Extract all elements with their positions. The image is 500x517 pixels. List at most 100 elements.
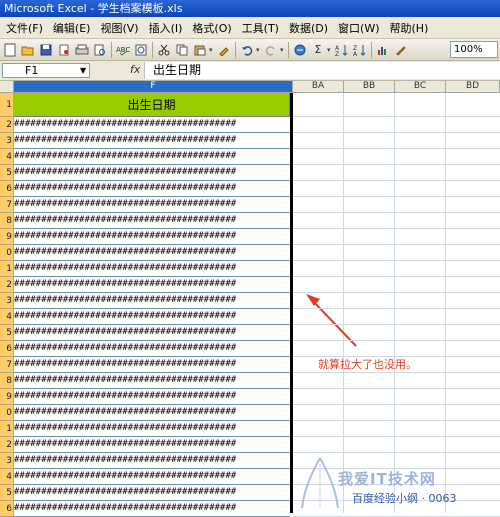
row-header[interactable]: 9 (0, 389, 14, 405)
cell-overflow[interactable]: ########################################… (14, 325, 290, 341)
chevron-down-icon[interactable]: ▾ (280, 46, 286, 54)
cell-overflow[interactable]: ########################################… (14, 373, 290, 389)
name-box[interactable]: F1 (2, 63, 90, 78)
gridline (293, 132, 500, 133)
autosum-icon[interactable]: Σ (310, 42, 326, 58)
open-folder-icon[interactable] (20, 42, 36, 58)
cell-overflow[interactable]: ########################################… (14, 293, 290, 309)
svg-text:Z: Z (335, 51, 339, 56)
print-preview-icon[interactable] (92, 42, 108, 58)
cell-overflow[interactable]: ########################################… (14, 165, 290, 181)
cell-overflow[interactable]: ########################################… (14, 437, 290, 453)
row-header[interactable]: 5 (0, 485, 14, 501)
cell-overflow[interactable]: ########################################… (14, 357, 290, 373)
menu-format[interactable]: 格式(O) (188, 20, 237, 36)
toolbar-separator (152, 41, 153, 58)
row-header[interactable]: 4 (0, 469, 14, 485)
window-title: Microsoft Excel - 学生档案模板.xls (0, 0, 500, 17)
chevron-down-icon[interactable]: ▾ (327, 46, 333, 54)
row-header[interactable]: 3 (0, 133, 14, 149)
insert-function-icon[interactable]: fx (130, 63, 140, 76)
row-header[interactable]: 3 (0, 453, 14, 469)
row-header[interactable]: 2 (0, 117, 14, 133)
row-header[interactable]: 3 (0, 293, 14, 309)
row-header[interactable]: 6 (0, 501, 14, 517)
copy-icon[interactable] (174, 42, 190, 58)
menu-edit[interactable]: 编辑(E) (49, 20, 97, 36)
zoom-select[interactable]: 100% (450, 41, 498, 58)
menu-data[interactable]: 数据(D) (285, 20, 334, 36)
row-header[interactable]: 1 (0, 421, 14, 437)
redo-icon[interactable] (263, 42, 279, 58)
print-icon[interactable] (74, 42, 90, 58)
cell-overflow[interactable]: ########################################… (14, 453, 290, 469)
spell-check-icon[interactable]: ABC (115, 42, 131, 58)
sort-descending-icon[interactable]: ZA (352, 42, 368, 58)
cell-overflow[interactable]: ########################################… (14, 469, 290, 485)
toolbar-separator (371, 41, 372, 58)
watermark-logo-icon (301, 457, 339, 509)
chevron-down-icon[interactable]: ▾ (209, 46, 215, 54)
cell-overflow[interactable]: ########################################… (14, 341, 290, 357)
gridline (293, 324, 500, 325)
save-icon[interactable] (38, 42, 54, 58)
menu-help[interactable]: 帮助(H) (386, 20, 435, 36)
gridline (293, 244, 500, 245)
row-header[interactable]: 6 (0, 181, 14, 197)
row-header[interactable]: 6 (0, 341, 14, 357)
menu-tools[interactable]: 工具(T) (238, 20, 285, 36)
cell-overflow[interactable]: ########################################… (14, 309, 290, 325)
row-header[interactable]: 5 (0, 325, 14, 341)
cell-overflow[interactable]: ########################################… (14, 117, 290, 133)
row-header[interactable]: 1 (0, 261, 14, 277)
cell-overflow[interactable]: ########################################… (14, 133, 290, 149)
row-header[interactable]: 4 (0, 149, 14, 165)
chart-wizard-icon[interactable] (375, 42, 391, 58)
row-header[interactable]: 0 (0, 405, 14, 421)
cell-overflow[interactable]: ########################################… (14, 245, 290, 261)
cell-overflow[interactable]: ########################################… (14, 229, 290, 245)
permission-icon[interactable] (56, 42, 72, 58)
row-header[interactable]: 0 (0, 245, 14, 261)
cell-overflow[interactable]: ########################################… (14, 261, 290, 277)
worksheet-grid: F BA BB BC BD 出生日期 1 2 ###################… (0, 81, 500, 517)
menu-window[interactable]: 窗口(W) (334, 20, 385, 36)
research-icon[interactable] (133, 42, 149, 58)
cell-overflow[interactable]: ########################################… (14, 277, 290, 293)
chevron-down-icon[interactable]: ▾ (256, 46, 262, 54)
row-header[interactable]: 7 (0, 197, 14, 213)
cell-overflow[interactable]: ########################################… (14, 421, 290, 437)
row-header[interactable]: 5 (0, 165, 14, 181)
cell-overflow[interactable]: ########################################… (14, 389, 290, 405)
hyperlink-icon[interactable] (292, 42, 308, 58)
row-header[interactable]: 1 (0, 93, 14, 117)
row-header[interactable]: 4 (0, 309, 14, 325)
row-header[interactable]: 2 (0, 437, 14, 453)
cell-overflow[interactable]: ########################################… (14, 181, 290, 197)
row-header[interactable]: 8 (0, 213, 14, 229)
gridline (293, 308, 500, 309)
menu-view[interactable]: 视图(V) (96, 20, 144, 36)
drawing-icon[interactable] (393, 42, 409, 58)
row-header[interactable]: 2 (0, 277, 14, 293)
menu-insert[interactable]: 插入(I) (145, 20, 189, 36)
gridline (293, 196, 500, 197)
row-header[interactable]: 8 (0, 373, 14, 389)
cell-overflow[interactable]: ########################################… (14, 197, 290, 213)
menu-file[interactable]: 文件(F) (2, 20, 49, 36)
paste-icon[interactable] (192, 42, 208, 58)
format-painter-icon[interactable] (216, 42, 232, 58)
cell-overflow[interactable]: ########################################… (14, 501, 290, 517)
chevron-down-icon[interactable]: ▼ (80, 66, 86, 75)
sort-ascending-icon[interactable]: AZ (334, 42, 350, 58)
row-header[interactable]: 9 (0, 229, 14, 245)
cell-overflow[interactable]: ########################################… (14, 213, 290, 229)
formula-input[interactable]: 出生日期 (144, 62, 500, 79)
new-file-icon[interactable] (2, 42, 18, 58)
cell-overflow[interactable]: ########################################… (14, 485, 290, 501)
cell-overflow[interactable]: ########################################… (14, 405, 290, 421)
cut-icon[interactable] (156, 42, 172, 58)
cell-overflow[interactable]: ########################################… (14, 149, 290, 165)
row-header[interactable]: 7 (0, 357, 14, 373)
undo-icon[interactable] (239, 42, 255, 58)
